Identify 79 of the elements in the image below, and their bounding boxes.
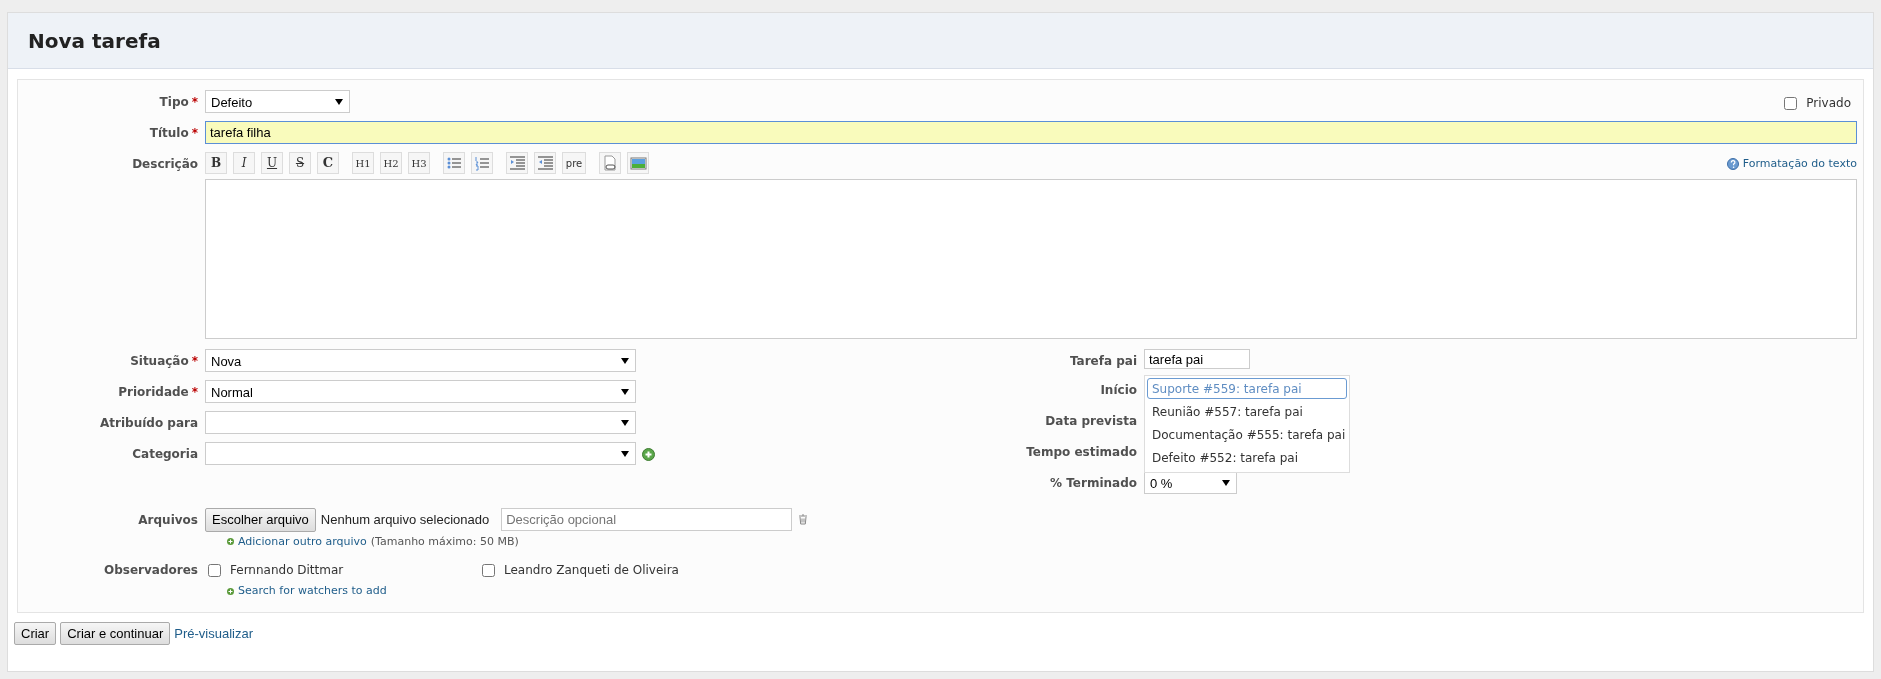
field-label: Observadores [104,563,198,577]
checkbox[interactable] [208,563,221,577]
outdent-icon [536,154,554,172]
toolbar-button[interactable] [471,152,493,174]
field-label: Prioridade [118,385,189,399]
field-label: Descrição [132,157,198,171]
required-marker: * [191,385,198,399]
file-status: Nenhum arquivo selecionado [320,511,490,529]
toolbar-button[interactable]: B [205,152,227,174]
dropdown-field[interactable]: Normal [205,380,636,403]
field-label: Tipo [159,95,189,109]
watcher-name: Leandro Zanqueti de Oliveira [504,562,679,579]
field-label: Título [149,126,189,140]
caret-icon [1222,480,1230,486]
toolbar-button[interactable] [627,152,649,174]
add-button[interactable] [642,448,655,461]
field-label: Atribuído para [100,416,198,430]
form-button[interactable]: Criar e continuar [60,621,171,645]
numbered-list-icon [473,154,491,172]
add-icon [227,587,234,595]
dropdown-field[interactable]: Nova [205,349,636,372]
trash-icon [798,514,809,526]
toolbar-button[interactable] [443,152,465,174]
type-dropdown[interactable]: Defeito [205,90,350,113]
toolbar-button[interactable]: C [317,152,339,174]
checkbox[interactable] [1784,96,1798,110]
caret-icon [621,420,629,426]
field-label: Data prevista [1045,414,1137,428]
preview-link[interactable]: Pré-visualizar [174,623,254,643]
help-link[interactable]: Formatação do texto [1742,155,1857,172]
autocomplete-option[interactable]: Defeito #552: tarefa pai [1147,447,1347,468]
parent-task-field[interactable]: tarefa pai [1144,349,1250,369]
title-field[interactable]: tarefa filha [205,121,1857,144]
percent-dropdown[interactable]: 0 % [1144,471,1237,494]
dropdown-field[interactable] [205,411,636,434]
toolbar-button[interactable]: U [261,152,283,174]
image-icon [629,154,647,172]
indent-icon [508,154,526,172]
toolbar-button[interactable]: I [233,152,255,174]
autocomplete-option[interactable]: Suporte #559: tarefa pai [1147,378,1347,399]
toolbar-button[interactable]: H1 [352,152,374,174]
add-file-link[interactable]: Adicionar outro arquivo [238,533,367,550]
dropdown-field[interactable] [205,442,636,465]
required-marker: * [191,354,198,368]
add-icon [227,538,234,546]
search-watchers-link[interactable]: Search for watchers to add [238,583,387,600]
toolbar-button[interactable] [599,152,621,174]
toolbar-button[interactable]: pre [562,152,586,174]
field-label: % Terminado [1050,476,1137,490]
description-field[interactable] [205,179,1857,339]
toolbar-button[interactable] [534,152,556,174]
help-icon [1726,157,1739,170]
caret-icon [621,451,629,457]
caret-icon [621,358,629,364]
caret-icon [621,389,629,395]
toolbar-button[interactable]: H2 [380,152,402,174]
field-label: Situação [130,354,189,368]
field-label: Início [1100,383,1137,397]
toolbar-button[interactable]: H3 [408,152,430,174]
field-label: Categoria [132,447,198,461]
field-label: Arquivos [138,513,198,527]
link-icon [601,154,619,172]
required-marker: * [191,126,198,140]
field-label: Tarefa pai [1069,354,1137,368]
toolbar-button[interactable] [506,152,528,174]
choose-file-button[interactable]: Escolher arquivo [205,508,316,532]
checkbox[interactable] [482,563,495,577]
page-title: Nova tarefa [28,28,161,53]
required-marker: * [191,95,198,109]
form-button[interactable]: Criar [14,621,57,645]
autocomplete-option[interactable]: Documentação #555: tarefa pai [1147,424,1347,445]
caret-icon [335,99,343,105]
checkbox-label: Privado [1806,95,1851,112]
field-label: Tempo estimado [1026,445,1137,459]
size-note: (Tamanho máximo: 50 MB) [370,533,519,550]
watcher-name: Fernnando Dittmar [230,562,344,579]
toolbar-button[interactable]: S [289,152,311,174]
file-description-field[interactable]: Descrição opcional [501,508,793,532]
autocomplete-option[interactable]: Reunião #557: tarefa pai [1147,401,1347,422]
